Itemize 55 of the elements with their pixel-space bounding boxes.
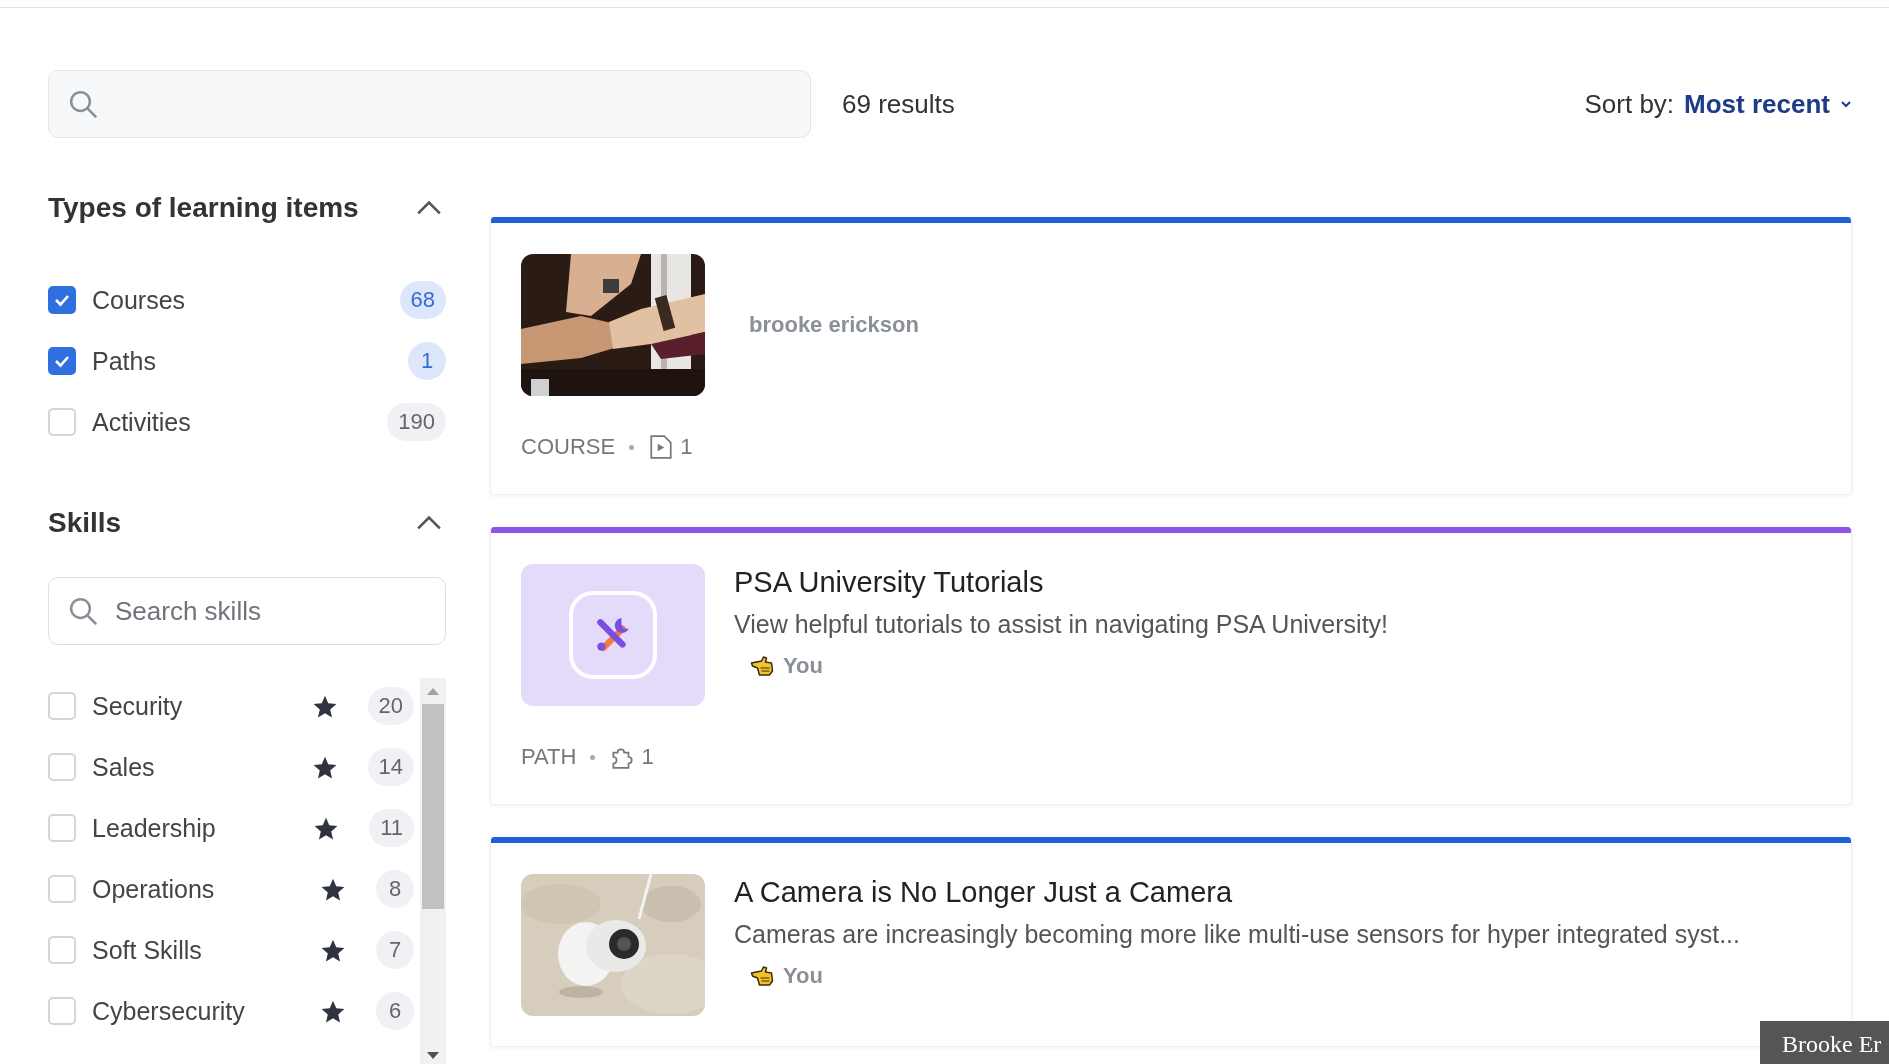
author-name: You [783,963,823,989]
count-badge: 8 [376,870,414,908]
filter-label: Activities [92,407,192,437]
author-name: You [783,653,823,679]
collapse-chevron-icon[interactable] [416,515,442,531]
item-count: 1 [680,434,693,460]
item-type: COURSE [521,434,616,460]
item-count: 1 [641,744,654,770]
skill-label: Operations [92,874,216,904]
card-title[interactable]: PSA University Tutorials [734,564,1389,600]
tooltip: Brooke Er [1760,1021,1889,1064]
separator-dot [629,444,635,450]
filter-label: Paths [92,346,157,376]
checkbox[interactable] [48,347,76,375]
scrollbar-thumb[interactable] [422,704,444,909]
video-file-icon [648,434,675,460]
skill-label: Leadership [92,813,217,843]
checkbox[interactable] [48,286,76,314]
item-type: PATH [521,744,577,770]
course-card[interactable]: PSA University Tutorials View helpful tutorials to assist in navigating PSA University! You PATH 1 [490,527,1852,805]
count-badge: 68 [399,281,446,319]
search-icon [68,596,98,626]
count-badge: 14 [367,748,414,786]
scroll-up-icon[interactable] [426,686,440,696]
count-badge: 20 [367,687,414,725]
section-title: Skills [48,507,122,539]
count-badge: 190 [387,403,446,441]
pointing-hand-icon [749,654,775,678]
skill-label: Security [92,691,184,721]
caret-icon [1840,99,1852,109]
skill-label: Sales [92,752,156,782]
card-description: Cameras are increasingly becoming more like multi-use sensors for hyper integrated syst... [734,920,1740,949]
count-badge: 1 [408,342,446,380]
collapse-chevron-icon[interactable] [416,200,442,216]
scrollbar[interactable] [420,678,446,1064]
scroll-down-icon[interactable] [426,1051,440,1061]
skills-search-field[interactable]: Search skills [48,577,446,645]
sort-label: Sort by: [1584,88,1675,120]
skill-label: Cybersecurity [92,996,246,1026]
search-icon [68,89,98,119]
count-badge: 11 [369,809,414,847]
card-description: View helpful tutorials to assist in navigating PSA University! [734,610,1389,639]
course-card[interactable]: brooke erickson COURSE 1 [490,217,1852,495]
filter-label: Courses [92,285,187,315]
results-count: 69 results [842,88,955,120]
count-badge: 6 [376,992,414,1030]
author-name: brooke erickson [749,312,919,338]
card-title[interactable]: A Camera is No Longer Just a Camera [734,874,1740,910]
search-field[interactable] [48,70,811,138]
sort-dropdown[interactable]: Most recent [1684,88,1852,120]
pointing-hand-icon [749,964,775,988]
count-badge: 7 [376,931,414,969]
skill-label: Soft Skills [92,935,203,965]
section-title: Types of learning items [48,192,359,224]
separator-dot [590,754,596,760]
